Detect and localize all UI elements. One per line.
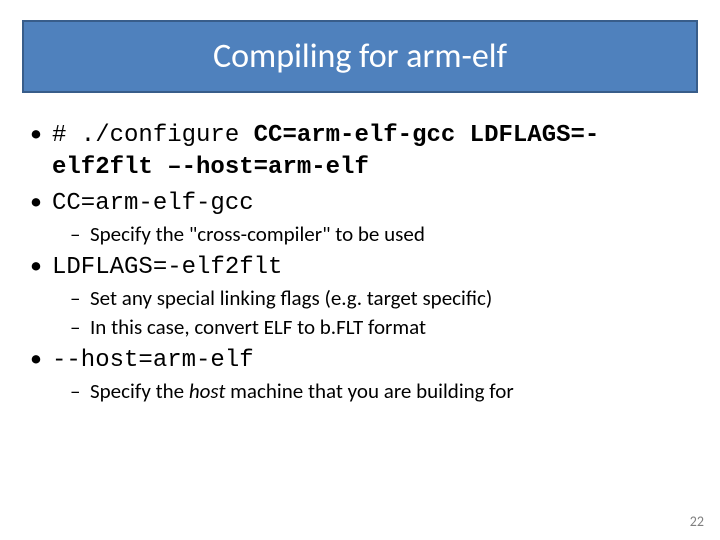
cc-sublist: Specify the "cross-compiler" to be used [52,221,692,247]
host-sub-specify: Specify the host machine that you are bu… [52,378,692,404]
cc-sub-a: Specify the [90,221,189,247]
ldflags-sub1-text: Set any special linking flags (e.g. targ… [90,285,492,311]
bullet-list: # ./configure CC=arm-elf-gcc LDFLAGS=-el… [28,119,692,404]
bullet-ldflags: LDFLAGS=-elf2flt Set any special linking… [28,251,692,340]
bullet-cc: CC=arm-elf-gcc Specify the "cross-compil… [28,187,692,247]
cc-text: CC=arm-elf-gcc [52,190,254,217]
slide: Compiling for arm-elf # ./configure CC=a… [0,0,720,540]
host-sub-a: Specify the [90,378,189,404]
bullet-configure-command: # ./configure CC=arm-elf-gcc LDFLAGS=-el… [28,119,692,183]
slide-content: # ./configure CC=arm-elf-gcc LDFLAGS=-el… [22,119,698,404]
host-sublist: Specify the host machine that you are bu… [52,378,692,404]
cc-sub-quote: "cross-compiler" [189,221,331,247]
ldflags-sub-linking: Set any special linking flags (e.g. targ… [52,285,692,311]
host-sub-host: host [189,378,226,404]
ldflags-text: LDFLAGS=-elf2flt [52,254,282,281]
ldflags-sublist: Set any special linking flags (e.g. targ… [52,285,692,340]
configure-prefix: # ./configure [52,122,254,149]
ldflags-sub2-text: In this case, convert ELF to b.FLT forma… [90,314,426,340]
bullet-host: --host=arm-elf Specify the host machine … [28,344,692,404]
host-text: --host=arm-elf [52,347,254,374]
cc-sub-specify: Specify the "cross-compiler" to be used [52,221,692,247]
cc-sub-b: to be used [331,221,425,247]
host-sub-b: machine that you are building for [225,378,513,404]
slide-title-box: Compiling for arm-elf [22,20,698,93]
ldflags-sub-convert: In this case, convert ELF to b.FLT forma… [52,314,692,340]
page-number: 22 [690,513,704,530]
slide-title: Compiling for arm-elf [213,36,507,77]
